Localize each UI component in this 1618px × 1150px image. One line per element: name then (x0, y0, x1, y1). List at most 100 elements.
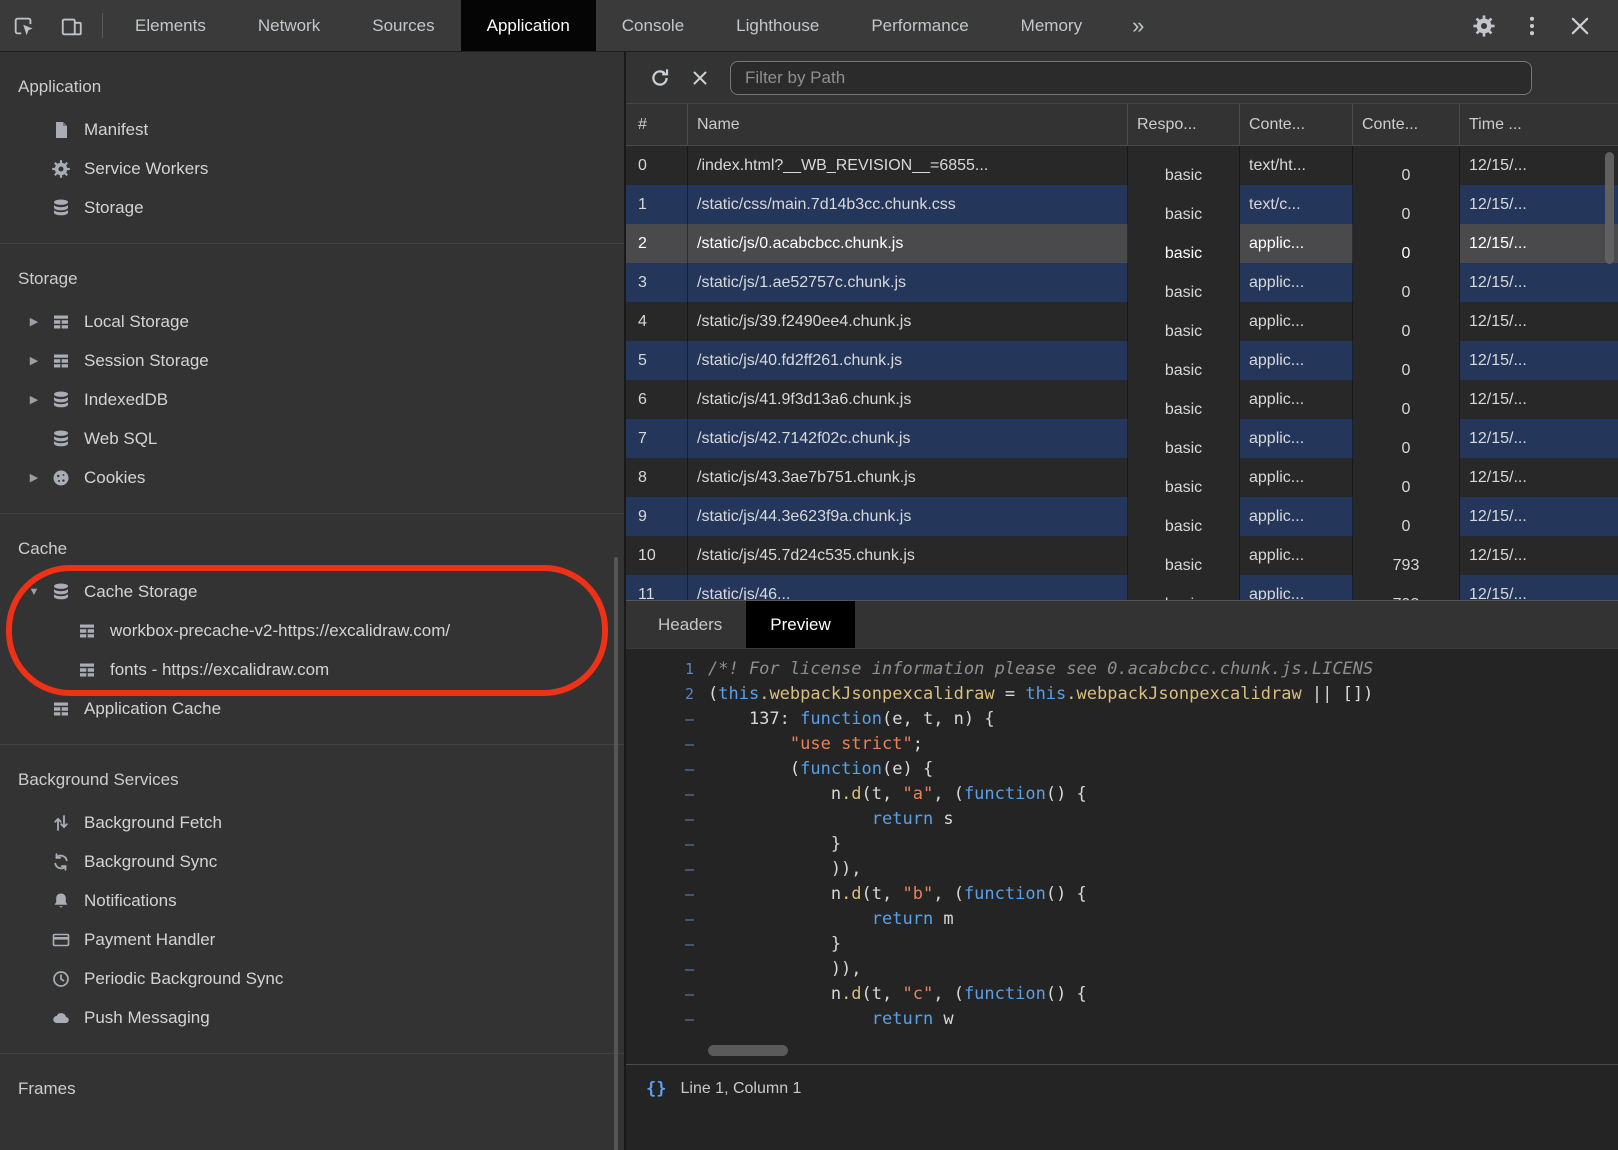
line-number: 1 (626, 657, 708, 682)
name-cell: /static/js/46... (688, 575, 1128, 600)
sidebar-item-cache-storage[interactable]: ▼Cache Storage (0, 572, 624, 611)
content-type-cell: applic... (1240, 419, 1353, 458)
tab-performance[interactable]: Performance (845, 0, 994, 51)
filter-by-path-input[interactable] (730, 61, 1532, 95)
code-text: n.d(t, "c", (function() { (708, 982, 1087, 1007)
sidebar-item-session-storage[interactable]: ▶Session Storage (0, 341, 624, 380)
sidebar-item-workbox-precache-v2-https-excalidraw-com[interactable]: workbox-precache-v2-https://excalidraw.c… (0, 611, 624, 650)
code-horizontal-scrollbar[interactable] (708, 1045, 788, 1056)
tab-lighthouse[interactable]: Lighthouse (710, 0, 845, 51)
sidebar-item-payment-handler[interactable]: Payment Handler (0, 920, 624, 959)
tab-memory[interactable]: Memory (995, 0, 1108, 51)
column-header-content-type[interactable]: Conte... (1240, 104, 1353, 145)
code-text: /*! For license information please see 0… (708, 657, 1373, 682)
devtools-tabbar: ElementsNetworkSourcesApplicationConsole… (0, 0, 1618, 52)
table-row[interactable]: 7/static/js/42.7142f02c.chunk.jsbasicapp… (626, 419, 1618, 458)
device-toolbar-icon[interactable] (48, 0, 96, 51)
sidebar-item-local-storage[interactable]: ▶Local Storage (0, 302, 624, 341)
column-header-response-type[interactable]: Respo... (1128, 104, 1240, 145)
sidebar-item-notifications[interactable]: Notifications (0, 881, 624, 920)
name-cell: /static/js/40.fd2ff261.chunk.js (688, 341, 1128, 380)
preview-tab-headers[interactable]: Headers (634, 601, 746, 648)
column-header-content-length[interactable]: Conte... (1353, 104, 1460, 145)
sidebar-item-service-workers[interactable]: Service Workers (0, 149, 624, 188)
sidebar-item-manifest[interactable]: Manifest (0, 110, 624, 149)
table-row[interactable]: 10/static/js/45.7d24c535.chunk.jsbasicap… (626, 536, 1618, 575)
code-line: 2(this.webpackJsonpexcalidraw = this.web… (626, 682, 1618, 707)
column-header-time-cached[interactable]: Time ... (1460, 104, 1618, 145)
cookie-icon (50, 468, 72, 488)
refresh-icon[interactable] (640, 58, 680, 98)
tab-sources[interactable]: Sources (346, 0, 460, 51)
column-header-name[interactable]: Name (688, 104, 1128, 145)
triangle-collapsed-icon[interactable]: ▶ (18, 315, 50, 328)
sidebar-item-label: Service Workers (84, 159, 208, 179)
sidebar-scrollbar[interactable] (614, 557, 618, 1150)
content-type-cell: applic... (1240, 341, 1353, 380)
sidebar-item-web-sql[interactable]: Web SQL (0, 419, 624, 458)
menu-kebab-icon[interactable] (1508, 0, 1556, 51)
response-type-cell: basic (1128, 146, 1240, 185)
column-header-number[interactable]: # (626, 104, 688, 145)
table-row[interactable]: 8/static/js/43.3ae7b751.chunk.jsbasicapp… (626, 458, 1618, 497)
triangle-expanded-icon[interactable]: ▼ (18, 586, 50, 598)
devtools-main: ApplicationManifestService WorkersStorag… (0, 52, 1618, 1150)
close-devtools-icon[interactable] (1556, 0, 1604, 51)
sync-icon (50, 852, 72, 872)
sidebar-item-periodic-background-sync[interactable]: Periodic Background Sync (0, 959, 624, 998)
sidebar-item-label: Storage (84, 198, 144, 218)
settings-gear-icon[interactable] (1460, 0, 1508, 51)
table-row[interactable]: 6/static/js/41.9f3d13a6.chunk.jsbasicapp… (626, 380, 1618, 419)
preview-tab-preview[interactable]: Preview (746, 601, 854, 648)
preview-pane: HeadersPreview 1/*! For license informat… (626, 600, 1618, 1150)
number-cell: 5 (626, 341, 688, 380)
sidebar-item-fonts-https-excalidraw-com[interactable]: fonts - https://excalidraw.com (0, 650, 624, 689)
table-row[interactable]: 11/static/js/46...basicapplic...79312/15… (626, 575, 1618, 600)
sidebar-item-background-sync[interactable]: Background Sync (0, 842, 624, 881)
sidebar-item-label: Periodic Background Sync (84, 969, 283, 989)
time-cached-cell: 12/15/... (1460, 419, 1618, 458)
sidebar-item-label: Manifest (84, 120, 148, 140)
sidebar-item-push-messaging[interactable]: Push Messaging (0, 998, 624, 1037)
more-tabs-icon[interactable]: » (1118, 0, 1158, 51)
delete-selected-icon[interactable] (680, 58, 720, 98)
table-row[interactable]: 4/static/js/39.f2490ee4.chunk.jsbasicapp… (626, 302, 1618, 341)
code-line: – n.d(t, "a", (function() { (626, 782, 1618, 807)
sidebar-item-label: Application Cache (84, 699, 221, 719)
sidebar-item-storage[interactable]: Storage (0, 188, 624, 227)
number-cell: 4 (626, 302, 688, 341)
table-row[interactable]: 0/index.html?__WB_REVISION__=6855...basi… (626, 146, 1618, 185)
sidebar-item-indexeddb[interactable]: ▶IndexedDB (0, 380, 624, 419)
sidebar-item-cookies[interactable]: ▶Cookies (0, 458, 624, 497)
table-row[interactable]: 3/static/js/1.ae52757c.chunk.jsbasicappl… (626, 263, 1618, 302)
sidebar-item-background-fetch[interactable]: Background Fetch (0, 803, 624, 842)
sidebar-item-application-cache[interactable]: Application Cache (0, 689, 624, 728)
tab-application[interactable]: Application (461, 0, 596, 51)
preview-tab-strip: HeadersPreview (626, 601, 1618, 649)
tab-elements[interactable]: Elements (109, 0, 232, 51)
inspect-element-icon[interactable] (0, 0, 48, 51)
database-icon (50, 429, 72, 449)
time-cached-cell: 12/15/... (1460, 146, 1618, 185)
content-length-cell: 0 (1353, 146, 1460, 185)
code-text: 137: function(e, t, n) { (708, 707, 995, 732)
section-title-frames: Frames (0, 1066, 624, 1112)
right-panel: #NameRespo...Conte...Conte...Time ... 0/… (626, 52, 1618, 1150)
content-length-cell: 0 (1353, 341, 1460, 380)
triangle-collapsed-icon[interactable]: ▶ (18, 471, 50, 484)
table-row[interactable]: 9/static/js/44.3e623f9a.chunk.jsbasicapp… (626, 497, 1618, 536)
sidebar-item-label: Background Sync (84, 852, 217, 872)
application-sidebar: ApplicationManifestService WorkersStorag… (0, 52, 626, 1150)
table-row[interactable]: 1/static/css/main.7d14b3cc.chunk.cssbasi… (626, 185, 1618, 224)
triangle-collapsed-icon[interactable]: ▶ (18, 354, 50, 367)
triangle-collapsed-icon[interactable]: ▶ (18, 393, 50, 406)
line-number: – (626, 707, 708, 732)
table-scrollbar[interactable] (1605, 152, 1614, 264)
fetch-icon (50, 813, 72, 833)
card-icon (50, 930, 72, 950)
table-row[interactable]: 5/static/js/40.fd2ff261.chunk.jsbasicapp… (626, 341, 1618, 380)
table-row[interactable]: 2/static/js/0.acabcbcc.chunk.jsbasicappl… (626, 224, 1618, 263)
pretty-print-braces-icon: {} (646, 1078, 666, 1100)
tab-console[interactable]: Console (596, 0, 710, 51)
tab-network[interactable]: Network (232, 0, 346, 51)
